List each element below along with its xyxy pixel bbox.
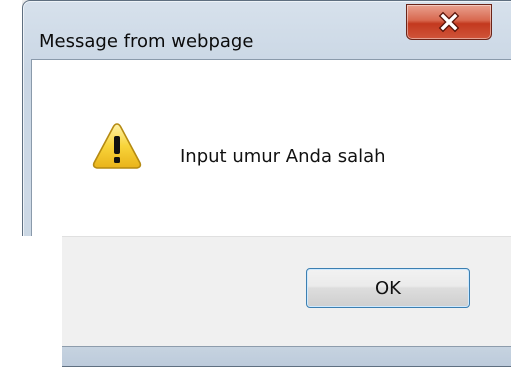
ok-button[interactable]: OK <box>306 268 470 308</box>
button-panel: OK <box>62 236 511 349</box>
title-bar[interactable]: Message from webpage <box>23 1 511 59</box>
close-button[interactable] <box>406 4 492 40</box>
window-bottom-border <box>62 346 511 367</box>
message-text: Input umur Anda salah <box>180 146 386 167</box>
dialog-title: Message from webpage <box>39 31 254 52</box>
warning-icon <box>92 123 142 169</box>
occluding-region-bottom <box>0 236 62 367</box>
close-icon <box>438 11 460 33</box>
screen: Message from webpage Input umur Anda sal… <box>0 0 511 367</box>
